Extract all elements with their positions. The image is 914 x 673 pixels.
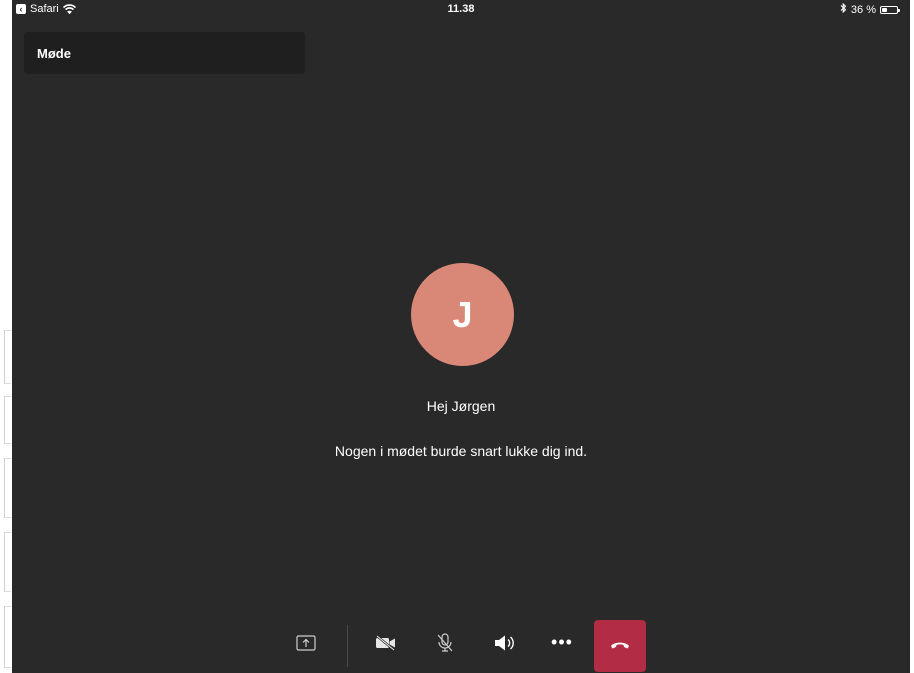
hang-up-icon — [610, 637, 630, 655]
app-frame: ‹ Safari 11.38 36 % Møde J Hej Jørgen No… — [0, 0, 914, 673]
more-options-icon: ••• — [551, 632, 573, 652]
greeting-text: Hej Jørgen — [426, 398, 496, 414]
battery-fill — [882, 7, 887, 12]
toolbar-divider — [347, 625, 348, 667]
share-screen-icon — [296, 634, 316, 656]
hang-up-button[interactable] — [594, 620, 646, 672]
more-options-button[interactable]: ••• — [542, 625, 582, 665]
speaker-icon — [494, 634, 516, 657]
page-edge — [4, 606, 11, 668]
bluetooth-icon — [840, 2, 847, 16]
page-edge — [4, 532, 11, 592]
camera-toggle-button[interactable] — [366, 625, 406, 665]
mic-toggle-button[interactable] — [425, 625, 465, 665]
call-toolbar: ••• — [12, 617, 910, 673]
mic-off-icon — [436, 632, 454, 658]
lobby-waiting-message: Nogen i mødet burde snart lukke dig ind. — [334, 443, 588, 459]
battery-percent: 36 % — [850, 3, 876, 16]
left-edge-strip — [0, 0, 12, 673]
meeting-header[interactable]: Møde — [24, 32, 305, 74]
battery-icon — [880, 5, 900, 14]
status-right: 36 % — [840, 2, 900, 16]
status-time: 11.38 — [447, 3, 475, 15]
camera-off-icon — [375, 634, 397, 656]
status-bar: ‹ Safari 11.38 36 % — [12, 0, 910, 20]
share-screen-button[interactable] — [286, 625, 326, 665]
meeting-title: Møde — [37, 46, 71, 61]
speaker-button[interactable] — [485, 625, 525, 665]
page-edge — [4, 330, 11, 384]
meeting-screen: ‹ Safari 11.38 36 % Møde J Hej Jørgen No… — [12, 0, 910, 673]
page-edge — [4, 458, 11, 518]
page-edge — [4, 396, 11, 444]
avatar: J — [411, 263, 514, 366]
avatar-initial: J — [452, 293, 473, 335]
